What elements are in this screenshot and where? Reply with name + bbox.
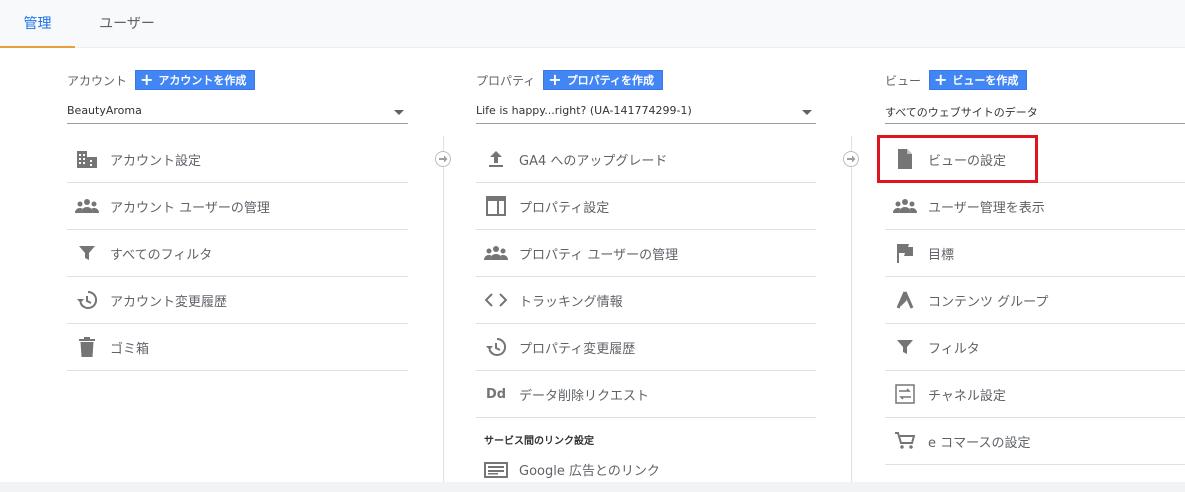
view-selected-value: すべてのウェブサイトのデータ [885, 106, 1038, 119]
create-account-button[interactable]: + アカウントを作成 [135, 70, 256, 90]
create-account-label: アカウントを作成 [158, 74, 247, 87]
menu-item-label: フィルタ [928, 341, 980, 357]
arrow-right-icon [843, 151, 859, 167]
upload-icon [484, 147, 508, 171]
menu-item-account-history[interactable]: アカウント変更履歴 [67, 277, 408, 324]
menu-item-label: プロパティ変更履歴 [519, 341, 636, 357]
menu-item-label: すべてのフィルタ [110, 247, 213, 263]
menu-item-tracking-info[interactable]: トラッキング情報 [476, 277, 816, 324]
people-icon [75, 194, 99, 218]
menu-item-data-deletion[interactable]: Dd データ削除リクエスト [476, 371, 816, 418]
menu-item-property-history[interactable]: プロパティ変更履歴 [476, 324, 816, 371]
section-title-product-links: サービス間のリンク設定 [484, 436, 594, 447]
plus-icon: + [548, 70, 562, 89]
column-divider [443, 136, 444, 486]
content-group-icon [893, 288, 917, 312]
menu-item-view-users[interactable]: ユーザー管理を表示 [885, 183, 1185, 230]
history-icon [75, 288, 99, 312]
arrow-right-icon [435, 151, 451, 167]
menu-item-trash[interactable]: ゴミ箱 [67, 324, 408, 371]
menu-item-label: Google 広告とのリンク [519, 464, 660, 479]
document-icon [893, 147, 917, 171]
code-icon [484, 288, 508, 312]
property-selected-value: Life is happy...right? (UA-141774299-1) [476, 104, 692, 117]
tab-admin[interactable]: 管理 [0, 0, 75, 48]
plus-icon: + [140, 70, 154, 89]
menu-item-content-grouping[interactable]: コンテンツ グループ [885, 277, 1185, 324]
property-selector[interactable]: Life is happy...right? (UA-141774299-1) [476, 100, 816, 124]
plus-icon: + [934, 70, 948, 89]
filter-icon [893, 335, 917, 359]
account-column-title: アカウント [67, 73, 128, 88]
column-divider [851, 136, 852, 486]
account-column: アカウント + アカウントを作成 BeautyAroma アカウント設定 アカウ… [67, 48, 408, 492]
cart-icon [893, 429, 917, 453]
ads-link-icon [484, 458, 508, 482]
menu-item-channel-settings[interactable]: チャネル設定 [885, 371, 1185, 418]
building-icon [75, 147, 99, 171]
menu-item-label: e コマースの設定 [928, 435, 1031, 451]
create-view-button[interactable]: + ビューを作成 [929, 70, 1028, 90]
menu-item-label: トラッキング情報 [519, 294, 623, 310]
view-column-title: ビュー [885, 73, 922, 88]
property-column: プロパティ + プロパティを作成 Life is happy...right? … [476, 48, 816, 492]
menu-item-label: ビューの設定 [928, 153, 1007, 169]
view-selector[interactable]: すべてのウェブサイトのデータ [885, 100, 1185, 124]
menu-item-label: ユーザー管理を表示 [928, 200, 1045, 216]
dropdown-caret-icon [802, 110, 812, 115]
tab-user[interactable]: ユーザー [82, 0, 172, 48]
menu-item-label: GA4 へのアップグレード [519, 153, 668, 169]
menu-item-label: チャネル設定 [928, 388, 1006, 404]
menu-item-label: アカウント変更履歴 [110, 294, 228, 310]
menu-item-ecommerce-settings[interactable]: e コマースの設定 [885, 418, 1185, 465]
menu-item-label: 目標 [928, 247, 955, 263]
menu-item-goals[interactable]: 目標 [885, 230, 1185, 277]
menu-item-label: プロパティ設定 [519, 200, 610, 216]
trash-icon [75, 335, 99, 359]
filter-icon [75, 241, 99, 265]
property-column-title: プロパティ [476, 73, 536, 88]
channel-icon [893, 382, 917, 406]
create-view-label: ビューを作成 [952, 74, 1019, 87]
menu-item-filters[interactable]: フィルタ [885, 324, 1185, 371]
flag-icon [893, 241, 917, 265]
menu-item-property-settings[interactable]: プロパティ設定 [476, 183, 816, 230]
people-icon [893, 194, 917, 218]
create-property-button[interactable]: + プロパティを作成 [543, 70, 664, 90]
top-tab-bar: 管理 ユーザー [0, 0, 1185, 48]
layout-icon [484, 194, 508, 218]
menu-item-label: コンテンツ グループ [928, 294, 1049, 310]
menu-item-label: アカウント ユーザーの管理 [110, 200, 270, 216]
menu-item-property-users[interactable]: プロパティ ユーザーの管理 [476, 230, 816, 277]
menu-item-view-settings[interactable]: ビューの設定 [885, 136, 1185, 183]
create-property-label: プロパティを作成 [566, 74, 655, 87]
bottom-strip [0, 482, 1185, 492]
dd-icon: Dd [485, 386, 507, 402]
menu-item-label: アカウント設定 [110, 153, 202, 169]
people-icon [484, 241, 508, 265]
menu-item-all-filters[interactable]: すべてのフィルタ [67, 230, 408, 277]
view-column: ビュー + ビューを作成 すべてのウェブサイトのデータ ビューの設定 ユーザー管… [885, 48, 1185, 492]
menu-item-label: データ削除リクエスト [519, 388, 650, 404]
menu-item-account-users[interactable]: アカウント ユーザーの管理 [67, 183, 408, 230]
menu-item-ga4-upgrade[interactable]: GA4 へのアップグレード [476, 136, 816, 183]
account-selector[interactable]: BeautyAroma [67, 100, 408, 124]
menu-item-label: プロパティ ユーザーの管理 [519, 247, 679, 263]
account-selected-value: BeautyAroma [67, 104, 142, 117]
dropdown-caret-icon [394, 110, 404, 115]
menu-item-label: ゴミ箱 [110, 341, 150, 357]
history-icon [484, 335, 508, 359]
menu-item-account-settings[interactable]: アカウント設定 [67, 136, 408, 183]
